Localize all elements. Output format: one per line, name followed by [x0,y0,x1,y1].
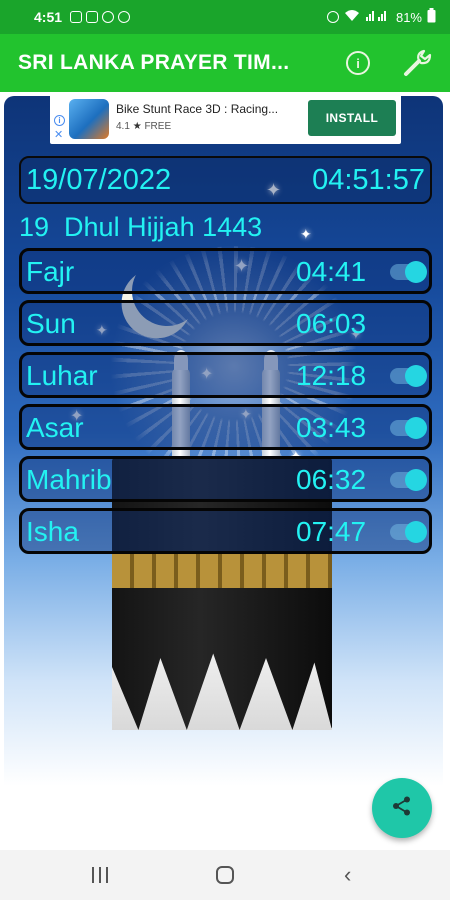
prayer-time: 04:41 [296,256,367,287]
alarm-toggle-luhar[interactable] [390,365,427,387]
prayer-name: Sun [26,308,76,339]
ad-title: Bike Stunt Race 3D : Racing... [116,102,279,116]
info-icon[interactable]: i [346,51,370,75]
share-button[interactable] [372,778,432,838]
prayer-name: Mahrib [26,464,112,495]
recent-apps-icon[interactable] [92,867,108,883]
alarm-toggle-fajr[interactable] [390,261,427,283]
play-store-icon [86,11,99,23]
gallery-icon [70,11,83,23]
prayer-row-isha: Isha 07:47 [19,508,432,554]
prayer-name: Asar [26,412,84,443]
alarm-toggle-asar[interactable] [390,417,427,439]
ad-price: FREE [144,121,172,132]
share-icon [391,795,413,822]
alarm-toggle-isha[interactable] [390,521,427,543]
back-icon[interactable]: ‹ [344,864,351,886]
star-icon: ✦ [300,226,312,242]
install-button[interactable]: INSTALL [308,100,396,136]
prayer-time: 07:47 [296,516,367,547]
home-icon[interactable] [216,866,234,884]
status-time: 4:51 [34,9,63,25]
ad-rating-line: 4.1 ★ FREE [116,121,171,132]
prayer-time: 03:43 [296,412,367,443]
prayer-name: Isha [26,516,79,547]
prayer-row-luhar: Luhar 12:18 [19,352,432,398]
ad-banner[interactable]: i ✕ Bike Stunt Race 3D : Racing... 4.1 ★… [50,94,401,144]
rating-star-icon: ★ [132,121,142,132]
current-time: 04:51:57 [312,163,425,196]
prayer-time: 06:32 [296,464,367,495]
prayer-time: 12:18 [296,360,367,391]
hijri-date: 19 Dhul Hijjah 1443 [19,212,263,242]
prayer-row-sun: Sun 06:03 [19,300,432,346]
battery-level: 81% [395,9,422,25]
ad-app-icon [69,99,109,139]
ad-close-icon[interactable]: ✕ [54,130,63,141]
prayer-name: Fajr [26,256,75,287]
whatsapp-icon [102,11,115,23]
main-content: ✦ ✦ ✦ ✦ ✦ ✦ ✦ ✦ ✦ i ✕ Bike Stunt Race 3D… [0,92,450,850]
current-date: 19/07/2022 [26,163,172,196]
alarm-toggle-mahrib[interactable] [390,469,427,491]
ad-rating: 4.1 [116,121,130,132]
signal-icon [365,9,391,25]
app-bar: SRI LANKA PRAYER TIM... i [0,34,450,92]
prayer-row-fajr: Fajr 04:41 [19,248,432,294]
wifi-icon [344,9,360,25]
battery-icon [427,8,436,26]
prayer-row-mahrib: Mahrib 06:32 [19,456,432,502]
status-bar: 4:51 81% [0,0,450,34]
datetime-display: 19/07/2022 04:51:57 [19,156,432,204]
prayer-row-asar: Asar 03:43 [19,404,432,450]
navigation-bar: ‹ [0,850,450,900]
notification-icons [70,11,131,23]
ad-info-icon[interactable]: i [54,115,65,126]
alarm-icon [326,11,339,23]
prayer-name: Luhar [26,360,98,391]
status-right: 81% [326,8,436,26]
wrench-icon[interactable] [402,48,434,78]
app-notification-icon [118,11,131,23]
prayer-time: 06:03 [296,308,367,339]
app-title: SRI LANKA PRAYER TIM... [18,51,290,74]
